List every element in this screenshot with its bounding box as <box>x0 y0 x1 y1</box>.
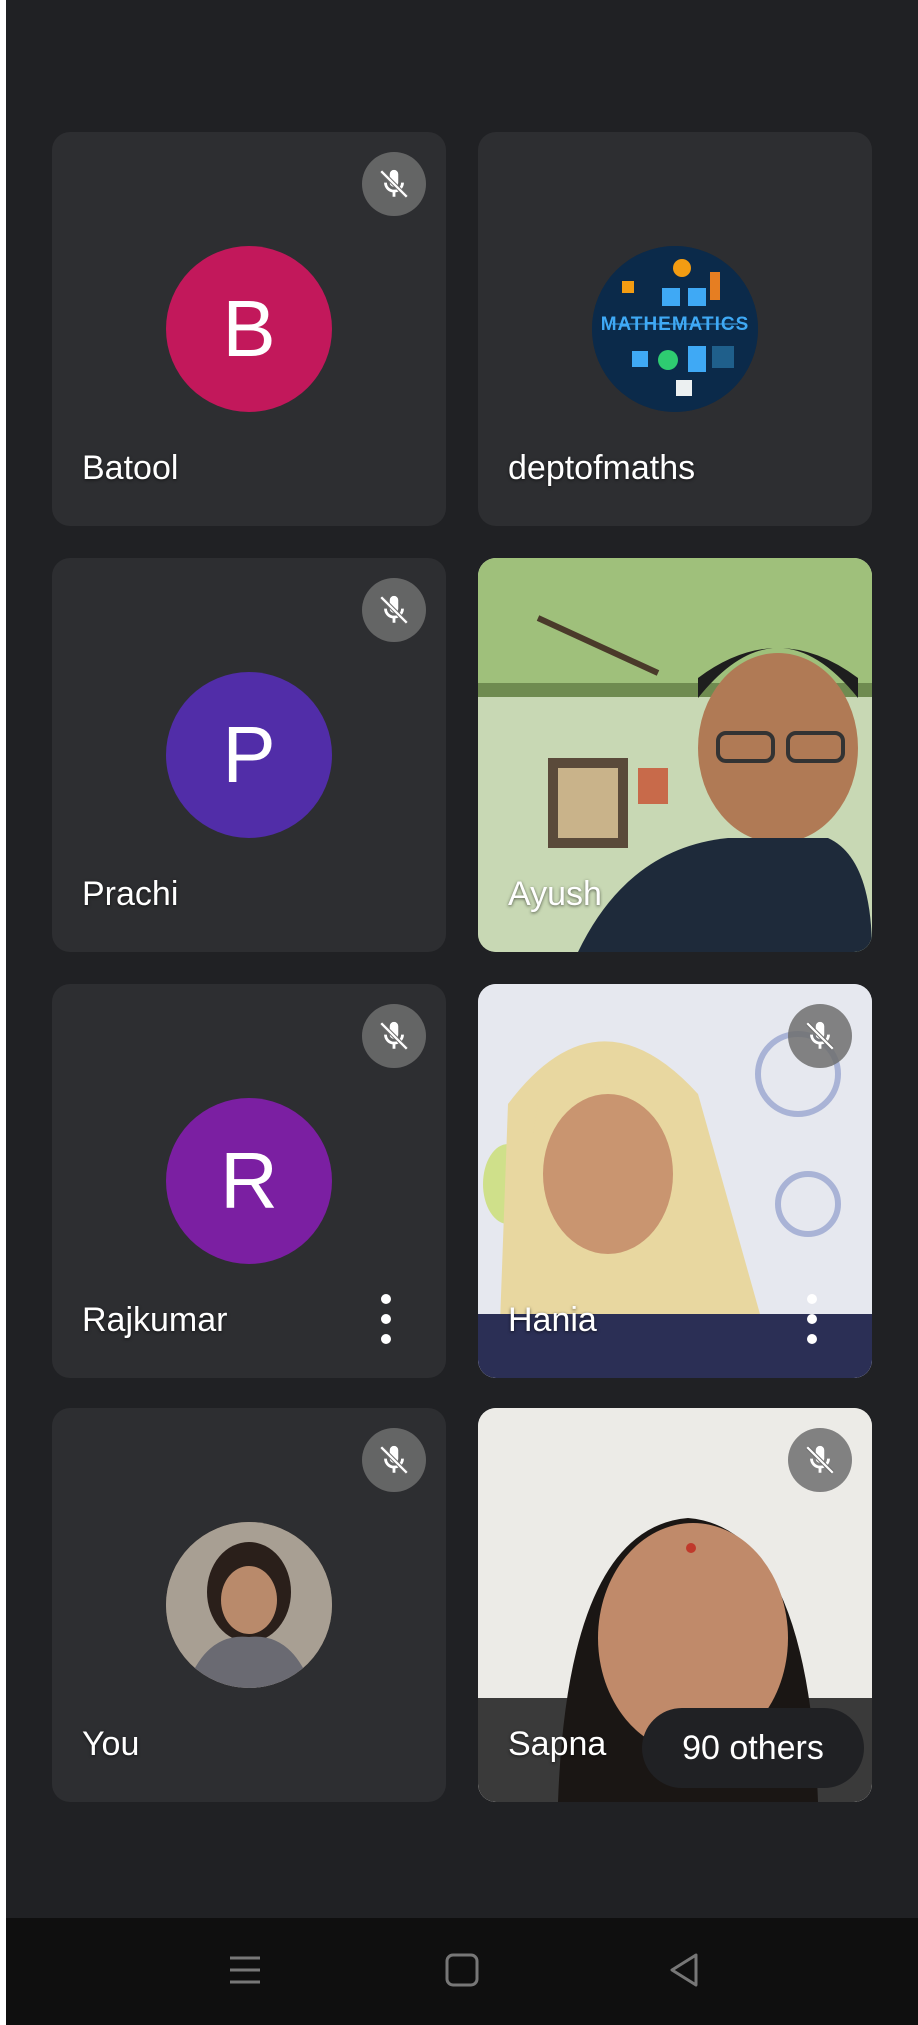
mic-off-icon <box>362 1428 426 1492</box>
avatar-initial: B <box>222 284 276 373</box>
mic-off-icon <box>362 1004 426 1068</box>
meeting-screen: B Batool MATHEMATICS deptofmaths P Prach… <box>6 0 918 2025</box>
participant-tile-deptofmaths[interactable]: MATHEMATICS deptofmaths <box>478 132 872 526</box>
mic-off-icon <box>362 152 426 216</box>
avatar: R <box>166 1098 332 1264</box>
participant-name: Batool <box>82 449 179 487</box>
mic-off-icon <box>788 1428 852 1492</box>
mic-off-icon <box>788 1004 852 1068</box>
back-triangle-icon[interactable] <box>666 1950 702 1995</box>
avatar-initial: R <box>220 1136 278 1225</box>
mathematics-logo-text: MATHEMATICS <box>600 314 750 335</box>
mathematics-logo: MATHEMATICS <box>592 246 758 412</box>
others-count-button[interactable]: 90 others <box>642 1708 864 1788</box>
more-vert-icon[interactable] <box>376 1294 396 1344</box>
participant-name: deptofmaths <box>508 449 696 487</box>
participant-name: Rajkumar <box>82 1301 228 1339</box>
participant-name: Prachi <box>82 875 179 913</box>
participant-tile-you[interactable]: You <box>52 1408 446 1802</box>
avatar: P <box>166 672 332 838</box>
avatar: B <box>166 246 332 412</box>
home-square-icon[interactable] <box>444 1950 480 1995</box>
mic-off-icon <box>362 578 426 642</box>
participant-tile-prachi[interactable]: P Prachi <box>52 558 446 952</box>
participant-name: You <box>82 1725 140 1763</box>
system-navigation-bar <box>6 1918 918 2025</box>
participant-name: Hania <box>508 1301 597 1339</box>
avatar-photo <box>166 1522 332 1688</box>
more-vert-icon[interactable] <box>802 1294 822 1344</box>
participant-tile-batool[interactable]: B Batool <box>52 132 446 526</box>
participant-tile-rajkumar[interactable]: R Rajkumar <box>52 984 446 1378</box>
avatar-initial: P <box>222 710 276 799</box>
participant-name: Sapna <box>508 1725 607 1763</box>
participant-tile-hania[interactable]: Hania <box>478 984 872 1378</box>
participant-tile-ayush[interactable]: Ayush <box>478 558 872 952</box>
menu-icon[interactable] <box>228 1950 262 1995</box>
participant-name: Ayush <box>508 875 602 913</box>
